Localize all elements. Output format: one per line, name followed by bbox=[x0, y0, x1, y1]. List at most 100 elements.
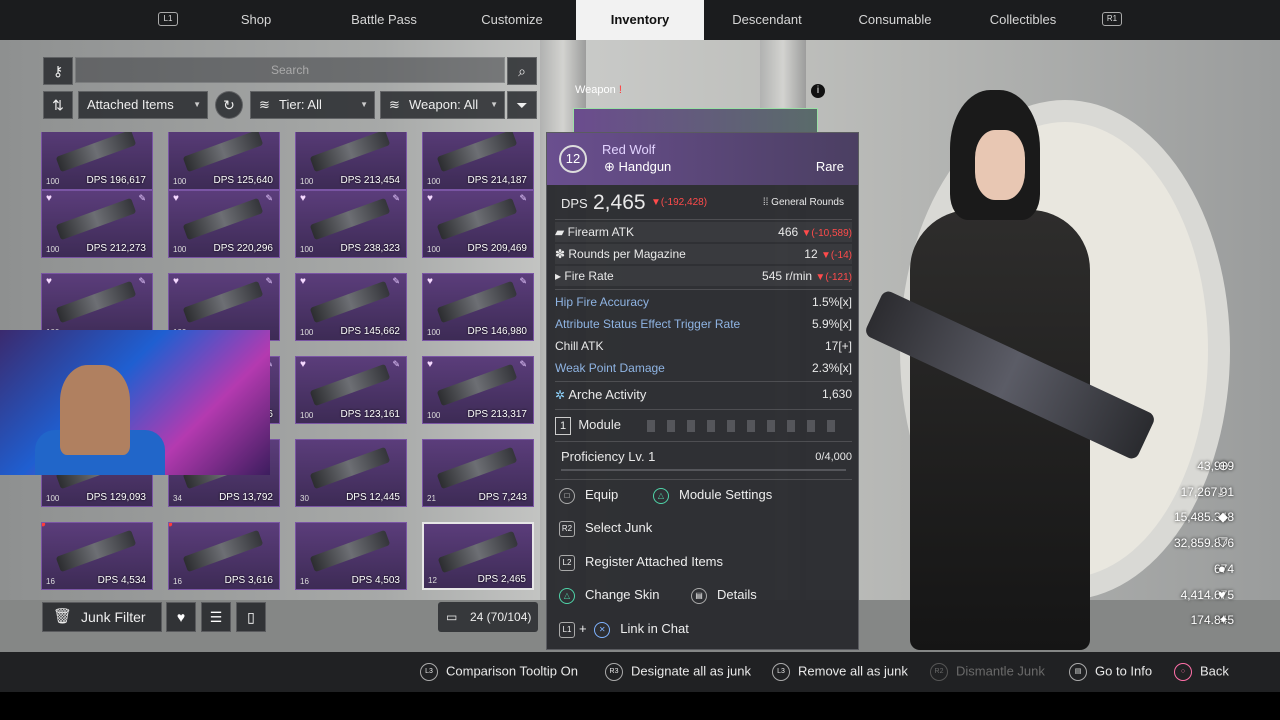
nav-next-button[interactable]: R1 bbox=[1102, 12, 1122, 26]
info-icon[interactable]: i bbox=[811, 84, 825, 98]
l3-button-icon: L3 bbox=[420, 663, 438, 681]
weapon-card[interactable]: ♥ ✎ 100 DPS 123,161 bbox=[295, 356, 407, 424]
triangle-button-icon: △ bbox=[559, 587, 575, 604]
key-icon-button[interactable]: ⚷ bbox=[43, 57, 73, 85]
weapon-card[interactable]: 12 DPS 2,465 bbox=[422, 522, 534, 590]
favorite-filter-button[interactable]: ♥ bbox=[166, 602, 196, 632]
weapon-card[interactable]: ♥ ✎ 100 DPS 213,317 bbox=[422, 356, 534, 424]
inventory-count: ▭ 24 (70/104) bbox=[438, 602, 538, 632]
proficiency-label: Proficiency Lv. 1 bbox=[561, 449, 656, 464]
weapon-card[interactable]: ♥ ✎ 100 DPS 212,273 bbox=[41, 190, 153, 258]
weapon-card[interactable]: 100 DPS 213,454 bbox=[295, 132, 407, 190]
weapon-card-level: 12 bbox=[428, 576, 437, 585]
dismantle-junk-prompt[interactable]: R2 Dismantle Junk bbox=[930, 663, 1045, 681]
weapon-image bbox=[436, 280, 518, 324]
triangle-button-icon: △ bbox=[653, 487, 669, 504]
weapon-card-dps: DPS 196,617 bbox=[86, 175, 147, 186]
equip-label: Equip bbox=[585, 487, 619, 502]
sort-order-button[interactable]: ⇅ bbox=[43, 91, 73, 119]
link-in-chat-action[interactable]: L1 + ✕ Link in Chat bbox=[559, 621, 689, 638]
select-junk-action[interactable]: R2 Select Junk bbox=[559, 520, 652, 537]
designate-junk-prompt[interactable]: R3 Designate all as junk bbox=[605, 663, 751, 681]
weapon-card[interactable]: 16 DPS 4,503 bbox=[295, 522, 407, 590]
firearm-atk-icon: ▰ bbox=[555, 225, 568, 239]
heart-icon: ♥ bbox=[173, 276, 179, 287]
proficiency-value: 0/4,000 bbox=[815, 451, 852, 463]
weapon-image bbox=[182, 197, 264, 241]
weapon-card-level: 100 bbox=[46, 494, 60, 503]
module-label: Module bbox=[578, 417, 621, 432]
equipped-weapon-slot[interactable] bbox=[573, 108, 818, 134]
weapon-dropdown[interactable]: ≋ Weapon: All ▼ bbox=[380, 91, 505, 119]
weapon-card-dps: DPS 13,792 bbox=[219, 492, 273, 503]
list-view-button[interactable]: ☰ bbox=[201, 602, 231, 632]
weapon-card[interactable]: 100 DPS 214,187 bbox=[422, 132, 534, 190]
tier-dropdown[interactable]: ≋ Tier: All ▼ bbox=[250, 91, 375, 119]
arche-icon: ✲ bbox=[555, 388, 569, 402]
weapon-card[interactable]: ♥ ✎ 100 DPS 146,980 bbox=[422, 273, 534, 341]
tier-label: Tier: All bbox=[279, 97, 322, 112]
weapon-card-dps: DPS 12,445 bbox=[346, 492, 400, 503]
divider bbox=[555, 381, 852, 382]
weapon-card[interactable]: ♥ ✎ 100 DPS 220,296 bbox=[168, 190, 280, 258]
key-icon: ⚷ bbox=[52, 63, 64, 79]
weapon-card-level: 100 bbox=[300, 245, 314, 254]
bottom-prompt-bar: L3 Comparison Tooltip On R3 Designate all … bbox=[0, 652, 1280, 692]
tab-customize[interactable]: Customize bbox=[464, 0, 560, 40]
module-slot bbox=[667, 420, 675, 432]
nav-prev-button[interactable]: L1 bbox=[158, 12, 178, 26]
sub-stat-row: Weak Point Damage 2.3%[x] bbox=[555, 361, 852, 375]
remove-junk-prompt[interactable]: L3 Remove all as junk bbox=[772, 663, 908, 681]
search-button[interactable]: ⌕ bbox=[507, 57, 537, 85]
module-settings-action[interactable]: △ Module Settings bbox=[653, 487, 772, 504]
crosshair-icon: ⊕ bbox=[1218, 458, 1229, 473]
module-slot bbox=[767, 420, 775, 432]
weapon-card[interactable]: 21 DPS 7,243 bbox=[422, 439, 534, 507]
sort-dropdown[interactable]: Attached Items ▼ bbox=[78, 91, 208, 119]
weapon-image bbox=[309, 446, 391, 490]
go-to-info-prompt[interactable]: ▤ Go to Info bbox=[1069, 663, 1152, 681]
tab-consumable[interactable]: Consumable bbox=[847, 0, 943, 40]
lock-icon: ✎ bbox=[392, 359, 400, 369]
divider bbox=[555, 409, 852, 410]
sort-label: Attached Items bbox=[87, 97, 174, 112]
back-prompt[interactable]: ○ Back bbox=[1174, 663, 1229, 681]
weapon-card-dps: DPS 238,323 bbox=[340, 243, 401, 254]
register-attached-action[interactable]: L2 Register Attached Items bbox=[559, 554, 723, 571]
search-input[interactable]: Search bbox=[75, 57, 505, 83]
weapon-rarity: Rare bbox=[815, 159, 844, 174]
weapon-card[interactable]: ● 16 DPS 4,534 bbox=[41, 522, 153, 590]
weapon-card[interactable]: 100 DPS 196,617 bbox=[41, 132, 153, 190]
warning-icon: ! bbox=[618, 84, 622, 96]
chevron-down-icon: ▼ bbox=[360, 100, 368, 109]
lock-icon: ✎ bbox=[519, 359, 527, 369]
details-action[interactable]: ▤ Details bbox=[691, 587, 757, 604]
dismantle-label: Dismantle Junk bbox=[956, 663, 1045, 679]
square-button-icon: □ bbox=[559, 487, 575, 504]
refresh-button[interactable]: ↻ bbox=[215, 91, 243, 119]
weapon-card[interactable]: 100 DPS 125,640 bbox=[168, 132, 280, 190]
tab-collectibles[interactable]: Collectibles bbox=[975, 0, 1071, 40]
touchpad-button-icon: ▤ bbox=[1069, 663, 1087, 681]
tab-battle-pass[interactable]: Battle Pass bbox=[336, 0, 432, 40]
weapon-card[interactable]: 30 DPS 12,445 bbox=[295, 439, 407, 507]
equip-action[interactable]: □ Equip bbox=[559, 487, 618, 504]
comparison-tooltip-prompt[interactable]: L3 Comparison Tooltip On bbox=[420, 663, 578, 681]
tab-inventory[interactable]: Inventory bbox=[576, 0, 704, 40]
heart-icon: ♥ bbox=[427, 276, 433, 287]
weapon-card[interactable]: ♥ ✎ 100 DPS 145,662 bbox=[295, 273, 407, 341]
filter-button[interactable]: ⏷ bbox=[507, 91, 537, 119]
tab-shop[interactable]: Shop bbox=[208, 0, 304, 40]
tab-descendant[interactable]: Descendant bbox=[719, 0, 815, 40]
weapon-label: Weapon: All bbox=[409, 97, 479, 112]
junk-filter-button[interactable]: 🗑 Junk Filter bbox=[42, 602, 162, 632]
details-label: Details bbox=[717, 587, 757, 602]
refresh-icon: ↻ bbox=[223, 97, 235, 113]
sub-stat-row: Chill ATK 17[+] bbox=[555, 339, 852, 353]
change-skin-action[interactable]: △ Change Skin bbox=[559, 587, 659, 604]
weapon-card[interactable]: ♥ ✎ 100 DPS 238,323 bbox=[295, 190, 407, 258]
grid-view-button[interactable]: ▯ bbox=[236, 602, 266, 632]
weapon-card[interactable]: ♥ ✎ 100 DPS 209,469 bbox=[422, 190, 534, 258]
sort-icon: ⇅ bbox=[52, 97, 64, 113]
weapon-card[interactable]: ● 16 DPS 3,616 bbox=[168, 522, 280, 590]
